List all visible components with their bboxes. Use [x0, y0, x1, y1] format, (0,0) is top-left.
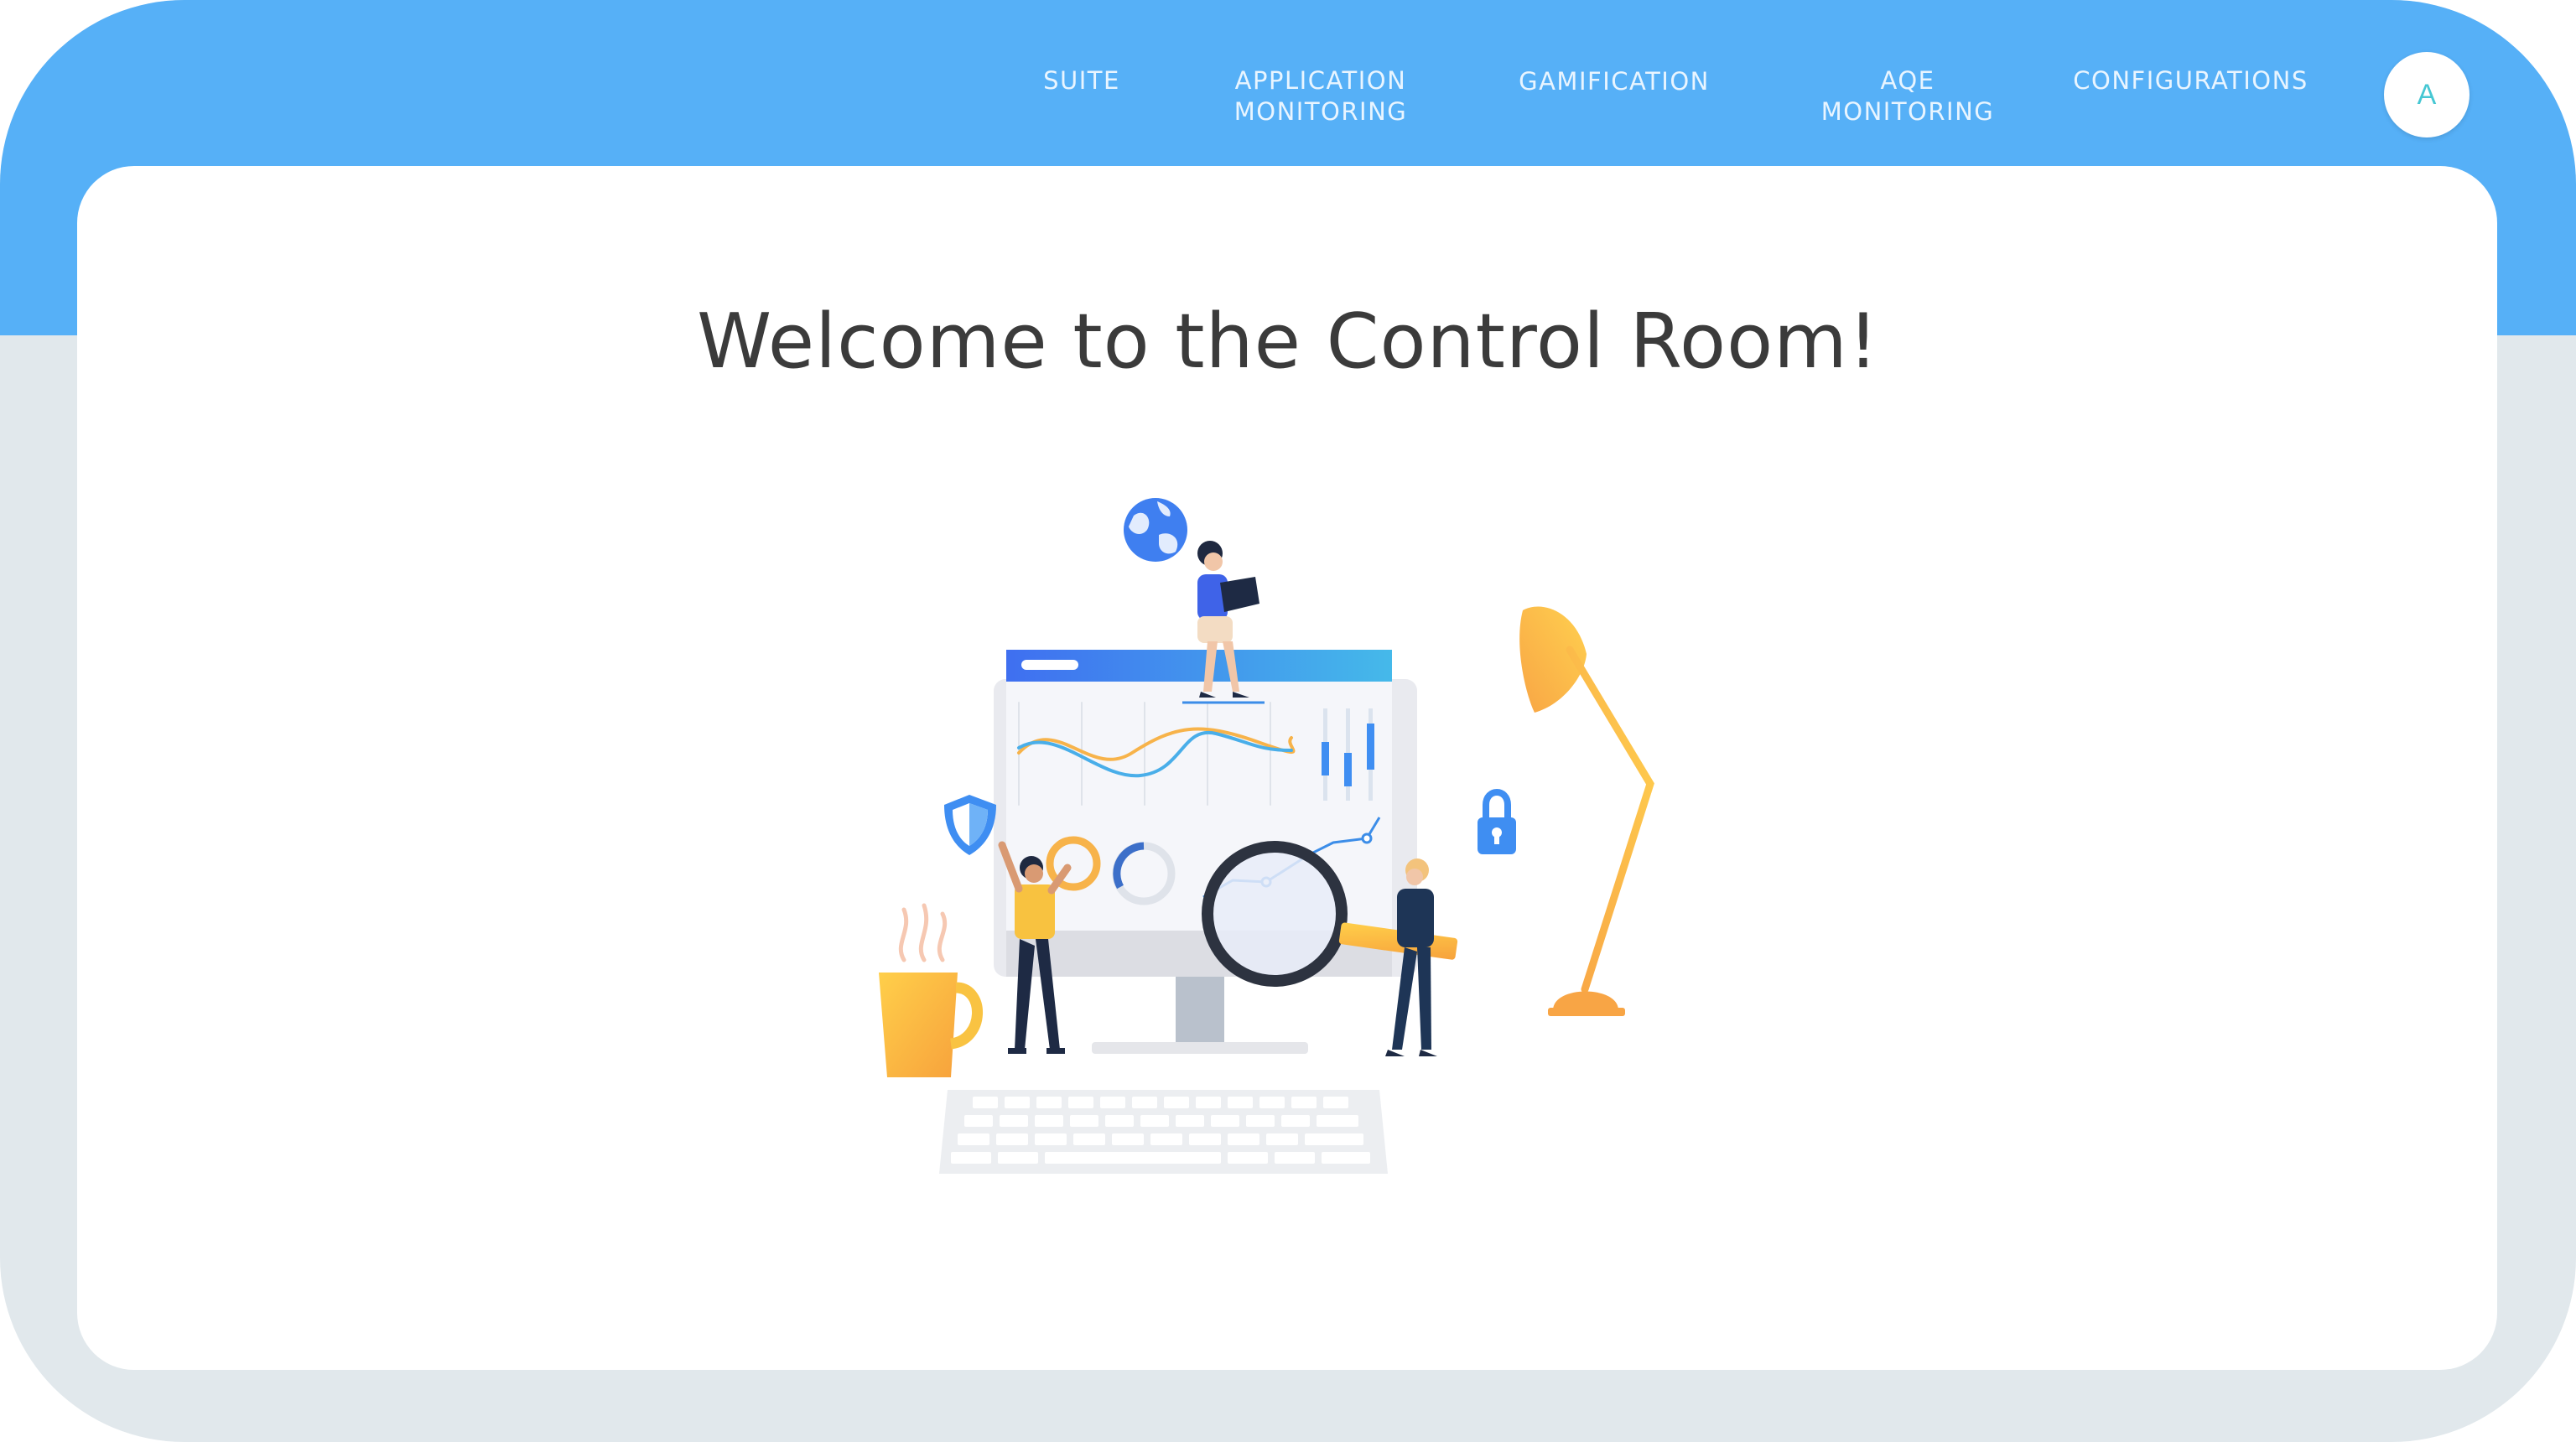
nav-item-label: SUITE	[1043, 66, 1120, 95]
nav-item-label: APPLICATION	[1234, 66, 1407, 95]
nav-item-suite[interactable]: SUITE	[1023, 65, 1140, 96]
nav-item-label: CONFIGURATIONS	[2073, 66, 2309, 95]
nav-item-label: MONITORING	[1233, 97, 1408, 126]
top-nav: SUITE APPLICATION MONITORING GAMIFICATIO…	[0, 0, 2576, 168]
control-room-illustration	[864, 486, 1660, 1182]
user-avatar-button[interactable]: A	[2384, 52, 2470, 137]
nav-item-configurations[interactable]: CONFIGURATIONS	[2059, 65, 2323, 96]
nav-item-label: GAMIFICATION	[1519, 67, 1710, 96]
coffee-cup-icon	[879, 903, 983, 1077]
nav-item-application-monitoring[interactable]: APPLICATION MONITORING	[1208, 65, 1434, 127]
globe-icon	[1124, 498, 1187, 562]
nav-item-gamification[interactable]: GAMIFICATION	[1509, 66, 1719, 97]
avatar-initial: A	[2417, 78, 2437, 111]
app-window: SUITE APPLICATION MONITORING GAMIFICATIO…	[0, 0, 2576, 1442]
nav-item-label: MONITORING	[1820, 97, 1995, 126]
shield-icon	[944, 795, 996, 855]
page-title: Welcome to the Control Room!	[697, 298, 1879, 386]
nav-item-aqe-monitoring[interactable]: AQE MONITORING	[1799, 65, 2017, 127]
desk-lamp-icon	[1519, 606, 1654, 1016]
lock-icon	[1478, 789, 1516, 854]
keyboard-icon	[939, 1090, 1388, 1174]
nav-item-label: AQE	[1880, 66, 1935, 95]
